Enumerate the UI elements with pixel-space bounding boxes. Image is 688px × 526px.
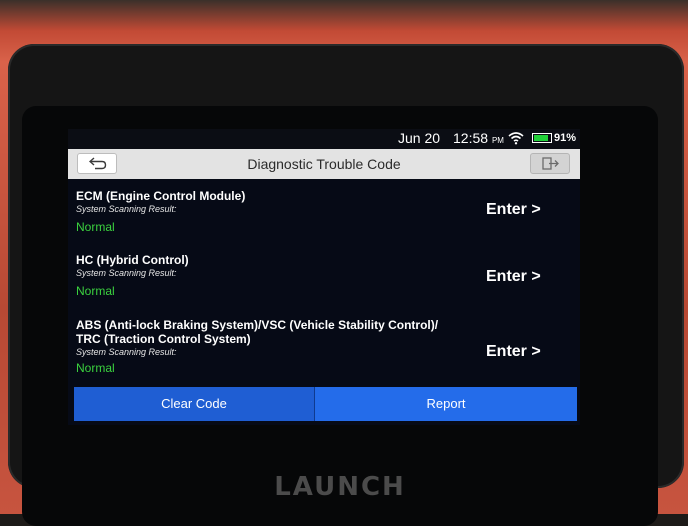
- enter-button-abs[interactable]: Enter >: [486, 343, 541, 361]
- report-button[interactable]: Report: [315, 387, 577, 421]
- app-display: Jun 20 12:58 PM 91% Diagnostic Trouble C…: [68, 129, 580, 425]
- module-status: Normal: [76, 220, 115, 234]
- battery-icon: [532, 133, 552, 143]
- device-brand-label: LAUNCH: [274, 472, 406, 502]
- module-name: HC (Hybrid Control): [76, 253, 189, 267]
- enter-button-hc[interactable]: Enter >: [486, 268, 541, 286]
- battery-level-fill: [534, 135, 549, 141]
- module-status: Normal: [76, 361, 115, 375]
- exit-button[interactable]: [530, 153, 570, 174]
- status-date: Jun 20: [398, 130, 441, 146]
- page-title: Diagnostic Trouble Code: [247, 156, 401, 172]
- bottom-action-bar: Clear Code Report: [74, 387, 577, 421]
- exit-icon: [542, 157, 559, 170]
- module-name-line1: ABS (Anti-lock Braking System)/VSC (Vehi…: [76, 318, 439, 332]
- status-ampm: PM: [491, 136, 504, 145]
- wifi-icon: [508, 131, 524, 145]
- clear-code-button[interactable]: Clear Code: [74, 387, 314, 421]
- status-time: 12:58 PM: [453, 130, 504, 146]
- status-time-value: 12:58: [453, 130, 489, 146]
- battery-percent: 91%: [554, 132, 577, 144]
- status-bar: Jun 20 12:58 PM 91%: [68, 129, 580, 149]
- enter-button-ecm[interactable]: Enter >: [486, 201, 541, 219]
- title-bar: Diagnostic Trouble Code: [68, 149, 580, 179]
